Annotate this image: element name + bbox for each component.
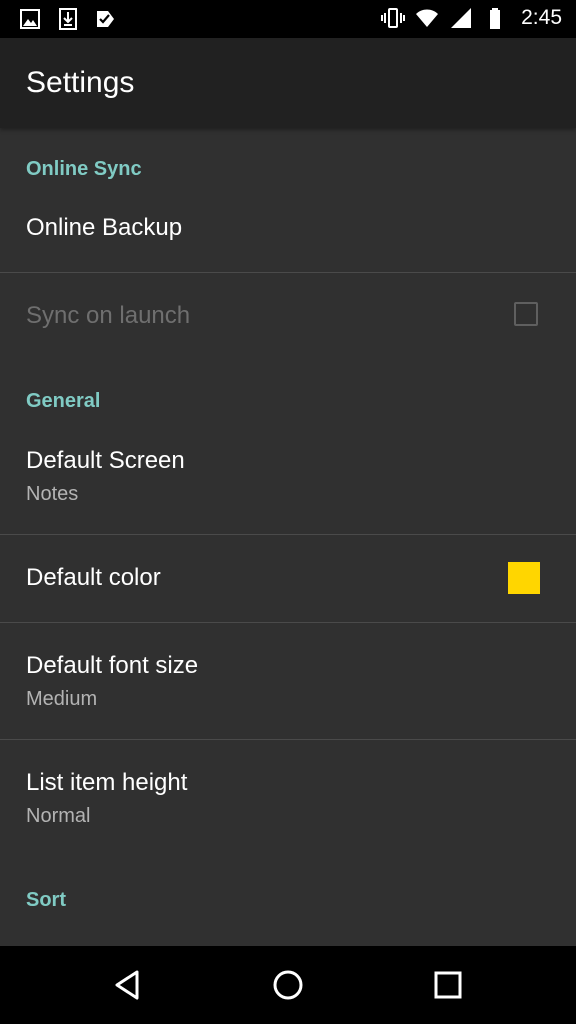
vibrate-icon: [381, 8, 406, 28]
signal-icon: [451, 8, 472, 28]
pref-online-backup[interactable]: Online Backup: [0, 188, 576, 272]
navigation-bar: [0, 946, 576, 1024]
pref-title: Default font size: [26, 652, 199, 679]
pref-summary: Medium: [26, 688, 98, 710]
task-icon: [97, 11, 114, 27]
system-icons: 2:45: [381, 6, 562, 30]
pref-summary: Notes: [26, 483, 79, 505]
pref-title: Default Screen: [26, 447, 185, 474]
settings-list[interactable]: Online Sync Online Backup Sync on launch…: [0, 128, 576, 946]
image-icon: [20, 9, 40, 29]
pref-title: Default color: [26, 564, 161, 591]
category-sort: Sort: [26, 889, 66, 911]
pref-default-color[interactable]: Default color: [0, 535, 576, 622]
pref-default-font-size[interactable]: Default font size Medium: [0, 623, 576, 739]
category-general: General: [26, 390, 101, 412]
app-bar: Settings: [0, 38, 576, 128]
wifi-icon: [416, 9, 439, 27]
page-title: Settings: [26, 66, 135, 99]
pref-title: List item height: [26, 769, 188, 796]
battery-icon: [490, 8, 501, 29]
pref-sync-on-launch[interactable]: Sync on launch: [0, 273, 576, 359]
default-color-swatch: [508, 562, 540, 594]
status-clock: 2:45: [521, 6, 562, 29]
download-icon: [59, 8, 77, 30]
category-online-sync: Online Sync: [26, 158, 142, 180]
pref-list-item-height[interactable]: List item height Normal: [0, 740, 576, 856]
pref-summary: Normal: [26, 805, 91, 827]
notification-icons: [18, 7, 118, 31]
pref-default-screen[interactable]: Default Screen Notes: [0, 420, 576, 534]
back-icon[interactable]: [108, 965, 148, 1005]
pref-title: Online Backup: [26, 214, 183, 241]
pref-title: Sync on launch: [26, 302, 191, 329]
home-icon[interactable]: [268, 965, 308, 1005]
recents-icon[interactable]: [428, 965, 468, 1005]
status-bar: 2:45: [0, 0, 576, 38]
sync-on-launch-checkbox[interactable]: [514, 302, 538, 326]
